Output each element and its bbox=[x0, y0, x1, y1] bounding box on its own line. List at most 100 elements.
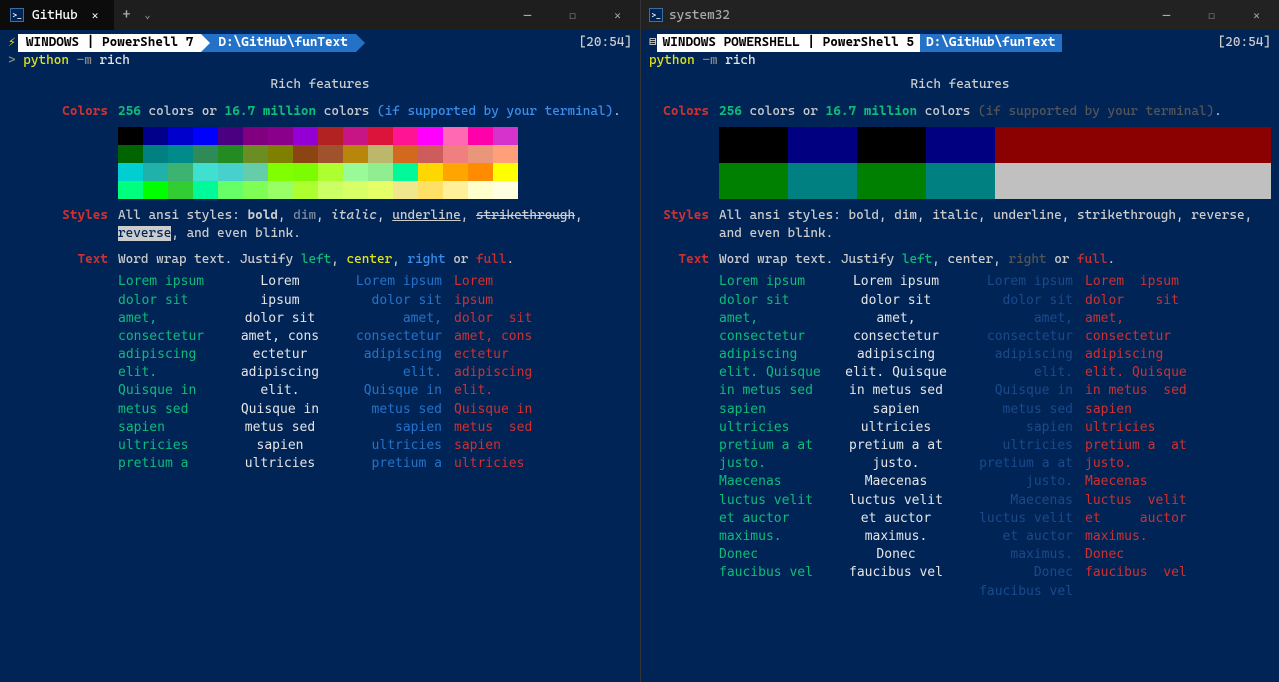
color-swatch bbox=[293, 145, 318, 163]
color-swatch bbox=[443, 127, 468, 145]
color-swatch bbox=[293, 163, 318, 181]
tab-close-icon[interactable]: ✕ bbox=[86, 7, 105, 24]
color-swatch bbox=[418, 127, 443, 145]
color-swatch bbox=[118, 181, 143, 199]
color-swatch bbox=[343, 163, 368, 181]
colors-label: Colors bbox=[48, 103, 108, 121]
colors-label: Colors bbox=[649, 103, 709, 121]
color-swatch bbox=[418, 163, 443, 181]
color-swatch bbox=[857, 163, 926, 199]
color-swatch bbox=[193, 163, 218, 181]
powershell-icon: >_ bbox=[10, 8, 24, 22]
terminal-body-left[interactable]: ⚡ WINDOWS | PowerShell 7 D:\GitHub\funTe… bbox=[0, 30, 640, 682]
color-swatch bbox=[268, 181, 293, 199]
color-swatch bbox=[343, 145, 368, 163]
justify-right-col: Lorem ipsum dolor sit amet, consectetur … bbox=[963, 273, 1073, 600]
color-swatch bbox=[218, 163, 243, 181]
justify-columns: Lorem ipsum dolor sit amet, consectetur … bbox=[719, 273, 1271, 600]
text-section: Text Word wrap text. Justify left, cente… bbox=[649, 251, 1271, 601]
rich-heading: Rich features bbox=[8, 76, 632, 94]
styles-body: All ansi styles: bold, dim, italic, unde… bbox=[719, 207, 1271, 243]
maximize-button[interactable]: ☐ bbox=[1189, 9, 1234, 22]
color-swatch bbox=[443, 181, 468, 199]
color-swatch bbox=[343, 181, 368, 199]
color-swatch bbox=[788, 163, 857, 199]
styles-label: Styles bbox=[48, 207, 108, 243]
minimize-button[interactable]: ─ bbox=[505, 9, 550, 22]
justify-left-col: Lorem ipsum dolor sit amet, consectetur … bbox=[118, 273, 218, 473]
prompt-path: D:\GitHub\funText bbox=[210, 34, 356, 52]
prompt-time: [20:54] bbox=[1218, 34, 1271, 52]
titlebar-left: >_ GitHub ✕ + ⌄ ─ ☐ ✕ bbox=[0, 0, 640, 30]
color-swatch bbox=[1202, 127, 1271, 163]
color-swatch bbox=[218, 145, 243, 163]
color-swatch bbox=[393, 145, 418, 163]
powershell-icon: >_ bbox=[649, 8, 663, 22]
justify-right-col: Lorem ipsum dolor sit amet, consectetur … bbox=[342, 273, 442, 473]
terminal-body-right[interactable]: ▤ WINDOWS POWERSHELL | PowerShell 5 D:\G… bbox=[641, 30, 1279, 682]
rich-heading: Rich features bbox=[649, 76, 1271, 94]
color-swatch bbox=[243, 181, 268, 199]
color-swatch bbox=[193, 127, 218, 145]
color-swatch bbox=[118, 145, 143, 163]
text-label: Text bbox=[649, 251, 709, 601]
prompt-path: D:\GitHub\funText bbox=[920, 34, 1062, 52]
color-swatch bbox=[293, 181, 318, 199]
justify-center-col: Lorem ipsum dolor sit amet, cons ectetur… bbox=[230, 273, 330, 473]
color-swatch bbox=[318, 127, 343, 145]
color-swatch bbox=[393, 181, 418, 199]
tab-add-button[interactable]: + bbox=[114, 7, 138, 23]
close-button[interactable]: ✕ bbox=[595, 9, 640, 22]
arrow-sep-icon bbox=[201, 34, 210, 52]
cmd-flag: -m bbox=[77, 53, 92, 68]
color-swatch bbox=[368, 145, 393, 163]
color-swatch bbox=[493, 181, 518, 199]
color-swatch bbox=[857, 127, 926, 163]
justify-center-col: Lorem ipsum dolor sit amet, consectetur … bbox=[841, 273, 951, 600]
color-swatch bbox=[243, 145, 268, 163]
color-swatch bbox=[368, 163, 393, 181]
bolt-icon: ⚡ bbox=[8, 34, 18, 52]
minimize-button[interactable]: ─ bbox=[1144, 9, 1189, 22]
color-swatch bbox=[468, 127, 493, 145]
color-swatch bbox=[268, 145, 293, 163]
color-swatch bbox=[143, 145, 168, 163]
tab-dropdown-icon[interactable]: ⌄ bbox=[139, 10, 157, 21]
cmd-python: python bbox=[649, 53, 695, 68]
color-swatch bbox=[368, 181, 393, 199]
color-swatch bbox=[468, 181, 493, 199]
color-swatch bbox=[168, 163, 193, 181]
color-swatch bbox=[418, 145, 443, 163]
tab-title: GitHub bbox=[32, 8, 78, 23]
color-swatch bbox=[118, 127, 143, 145]
text-section: Text Word wrap text. Justify left, cente… bbox=[48, 251, 632, 473]
color-swatch bbox=[193, 181, 218, 199]
color-swatch bbox=[418, 181, 443, 199]
tab-github[interactable]: >_ GitHub ✕ bbox=[0, 0, 114, 30]
color-swatch bbox=[218, 181, 243, 199]
color-swatch-grid bbox=[719, 127, 1271, 199]
text-label: Text bbox=[48, 251, 108, 473]
color-swatch bbox=[318, 163, 343, 181]
colors-section: Colors 256 colors or 16.7 million colors… bbox=[649, 103, 1271, 121]
color-swatch bbox=[926, 163, 995, 199]
color-swatch bbox=[443, 145, 468, 163]
color-swatch bbox=[995, 127, 1064, 163]
colors-section: Colors 256 colors or 16.7 million colors… bbox=[48, 103, 632, 121]
cmd-arg: rich bbox=[725, 53, 755, 68]
justify-columns: Lorem ipsum dolor sit amet, consectetur … bbox=[118, 273, 632, 473]
maximize-button[interactable]: ☐ bbox=[550, 9, 595, 22]
color-swatch bbox=[1064, 163, 1133, 199]
justify-full-col: Lorem ipsum dolor sit amet, consectetur … bbox=[1085, 273, 1195, 600]
color-swatch bbox=[168, 145, 193, 163]
prompt-symbol: > bbox=[8, 53, 16, 68]
close-button[interactable]: ✕ bbox=[1234, 9, 1279, 22]
color-swatch bbox=[143, 163, 168, 181]
color-swatch bbox=[443, 163, 468, 181]
color-swatch bbox=[168, 181, 193, 199]
color-swatch bbox=[1133, 127, 1202, 163]
window-title: system32 bbox=[669, 8, 730, 23]
color-swatch bbox=[393, 163, 418, 181]
color-swatch bbox=[318, 145, 343, 163]
color-swatch bbox=[268, 127, 293, 145]
